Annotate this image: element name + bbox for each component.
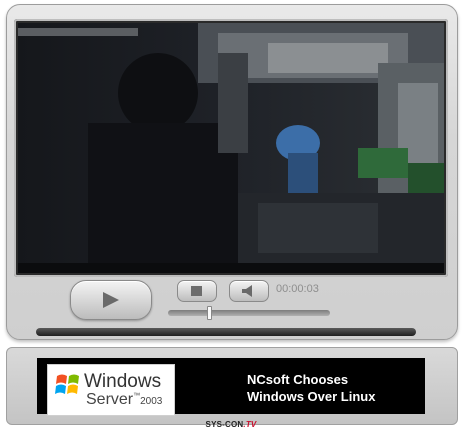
stop-icon: [191, 286, 202, 296]
play-button[interactable]: [70, 280, 152, 320]
logo-windows-text: Windows: [84, 371, 162, 392]
windows-server-logo: Windows Server™2003: [47, 364, 175, 416]
video-content-image: [18, 23, 444, 273]
windows-flag-icon: [55, 374, 79, 394]
video-screen-frame: [14, 19, 448, 277]
ad-banner-panel: Windows Server™2003 NCsoft Chooses Windo…: [37, 358, 425, 416]
video-frame[interactable]: [18, 23, 444, 273]
play-icon: [103, 292, 119, 308]
timecode: 00:00:03: [276, 283, 319, 295]
brand-logo-bottom: SYS-CON.TV: [0, 420, 462, 429]
headline-line-1: NCsoft Chooses: [247, 372, 349, 387]
headline-line-2: Windows Over Linux: [247, 389, 376, 404]
logo-year: 2003: [140, 396, 163, 407]
seek-handle[interactable]: [206, 306, 212, 320]
logo-server-text: Server™2003: [86, 391, 162, 409]
speaker-icon: [242, 285, 252, 297]
player-base-shadow: [36, 328, 416, 336]
brand-name-bottom: SYS-CON: [205, 420, 244, 429]
logo-server-word: Server: [86, 391, 134, 408]
stop-button[interactable]: [177, 280, 217, 302]
brand-suffix-bottom: .TV: [243, 420, 257, 429]
banner-headline[interactable]: NCsoft Chooses Windows Over Linux: [247, 371, 417, 405]
ad-banner[interactable]: Windows Server™2003 NCsoft Chooses Windo…: [6, 347, 458, 425]
seek-bar[interactable]: [168, 306, 330, 320]
volume-button[interactable]: [229, 280, 269, 302]
